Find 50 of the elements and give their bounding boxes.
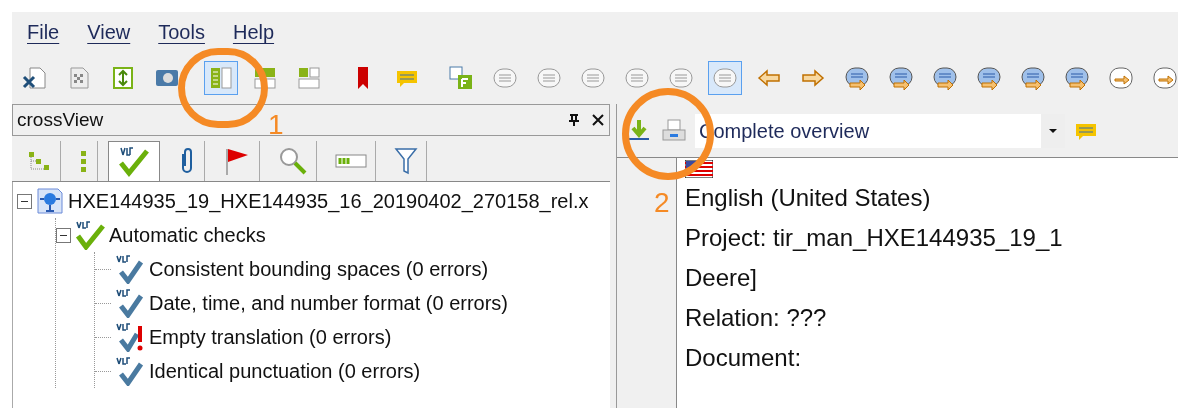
tree-item-label[interactable]: Empty translation (0 errors) — [149, 322, 392, 352]
caret-icon — [1048, 127, 1058, 134]
close-icon[interactable] — [591, 113, 605, 127]
rows-layout-icon — [252, 65, 278, 91]
annotation-number: 1 — [268, 108, 284, 142]
segment-arrow-icon — [1064, 65, 1090, 91]
tree-item-label[interactable]: Consistent bounding spaces (0 errors) — [149, 254, 489, 284]
filter-icon — [394, 146, 418, 176]
menu-item[interactable]: Tools — [155, 17, 208, 47]
overview-line: English (United States) — [685, 183, 932, 213]
annotation-number: 2 — [654, 186, 670, 220]
columns-layout-icon — [208, 65, 234, 91]
check-warning-icon — [115, 322, 145, 352]
check-icon — [115, 288, 145, 318]
menu-item[interactable]: Help — [229, 17, 278, 47]
spellcheck-icon — [75, 220, 105, 250]
panel-tab[interactable] — [108, 141, 160, 181]
printer-icon[interactable] — [661, 117, 687, 144]
segment-arrow-icon — [932, 65, 958, 91]
overview-line: Relation: ??? — [685, 303, 828, 333]
collapse-toggle[interactable] — [56, 227, 71, 243]
overview-line: Document: — [685, 343, 803, 373]
tree-item-label[interactable]: HXE144935_19_HXE144935_16_20190402_270158_rel.x — [68, 186, 589, 216]
list-icon — [79, 149, 89, 173]
progress-icon — [335, 154, 367, 168]
spellcheck-icon — [117, 144, 151, 179]
segment-arrow-icon — [844, 65, 870, 91]
check-icon — [115, 254, 145, 284]
check-icon — [115, 356, 145, 386]
segment-arrow-icon — [976, 65, 1002, 91]
search-icon — [278, 146, 308, 176]
segment-icon — [712, 65, 738, 91]
xml-file-icon — [36, 187, 64, 215]
segment-arrow-icon — [1020, 65, 1046, 91]
grid-layout-icon — [296, 65, 322, 91]
overview-line: Deere] — [685, 263, 759, 293]
segment-arrow-icon — [888, 65, 914, 91]
tree-item-label[interactable]: Automatic checks — [109, 220, 266, 250]
pin-icon[interactable] — [567, 113, 581, 127]
import-icon — [110, 65, 136, 91]
tree-item-label[interactable]: Identical punctuation (0 errors) — [149, 356, 421, 386]
panel-title: crossView — [17, 107, 104, 132]
close-document-icon — [22, 65, 48, 91]
tree-icon — [26, 149, 52, 173]
letter-f-icon — [448, 65, 474, 91]
overview-line: Project: tir_man_HXE144935_19_1 — [685, 223, 1064, 253]
menu-item[interactable]: View — [84, 17, 134, 47]
menu-item[interactable]: File — [24, 17, 63, 47]
tree-item-label[interactable]: Date, time, and number format (0 errors) — [149, 288, 508, 318]
collapse-toggle[interactable] — [17, 193, 32, 209]
